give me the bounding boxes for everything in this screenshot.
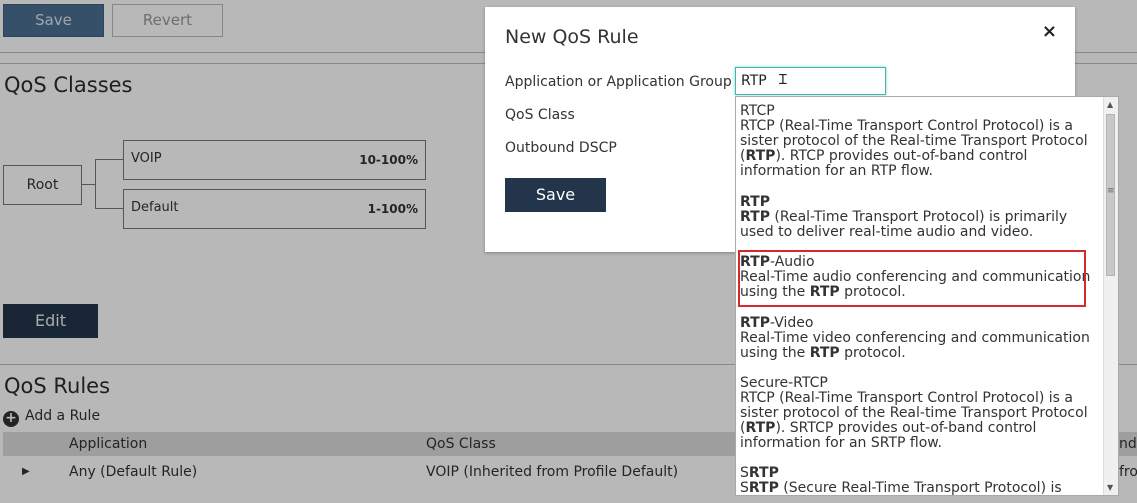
option-name: RTP xyxy=(740,194,770,210)
autocomplete-option[interactable]: RTP-Video Real-Time video conferencing an… xyxy=(740,316,1095,361)
option-description: Real-Time video conferencing and communi… xyxy=(740,330,1090,361)
dialog-save-button[interactable]: Save xyxy=(505,178,606,212)
option-description: RTCP (Real-Time Transport Control Protoc… xyxy=(740,118,1088,179)
option-description: RTP (Real-Time Transport Protocol) is pr… xyxy=(740,209,1068,240)
qos-class-label: QoS Class xyxy=(505,107,575,123)
option-description: RTCP (Real-Time Transport Control Protoc… xyxy=(740,390,1088,451)
scroll-up-icon[interactable]: ▲ xyxy=(1107,100,1113,109)
option-name: RTP-Video xyxy=(740,315,814,331)
scroll-down-icon[interactable]: ▼ xyxy=(1107,483,1113,492)
autocomplete-option[interactable]: RTCP RTCP (Real-Time Transport Control Pr… xyxy=(740,104,1095,179)
application-input-value: RTP xyxy=(741,73,767,89)
highlighted-option-outline xyxy=(738,250,1086,307)
option-name: SRTP xyxy=(740,465,779,481)
outbound-dscp-label: Outbound DSCP xyxy=(505,140,617,156)
text-cursor-icon: Ɪ xyxy=(779,72,787,88)
autocomplete-option[interactable]: Secure-RTCP RTCP (Real-Time Transport Con… xyxy=(740,376,1095,451)
option-name: RTCP xyxy=(740,103,775,119)
application-label: Application or Application Group xyxy=(505,74,732,90)
autocomplete-dropdown[interactable]: RTCP RTCP (Real-Time Transport Control Pr… xyxy=(735,96,1119,496)
dialog-title: New QoS Rule xyxy=(505,26,639,48)
application-input[interactable]: RTP Ɪ xyxy=(735,67,886,95)
autocomplete-option[interactable]: RTP RTP (Real-Time Transport Protocol) is… xyxy=(740,195,1095,240)
dropdown-scrollbar[interactable]: ▲ ≡ ▼ xyxy=(1103,97,1118,495)
grip-icon: ≡ xyxy=(1107,186,1115,196)
option-description: SRTP (Secure Real-Time Transport Protoco… xyxy=(740,480,1062,496)
close-icon[interactable]: × xyxy=(1042,21,1057,42)
option-name: Secure-RTCP xyxy=(740,375,828,391)
autocomplete-option[interactable]: SRTP SRTP (Secure Real-Time Transport Pro… xyxy=(740,466,1095,496)
